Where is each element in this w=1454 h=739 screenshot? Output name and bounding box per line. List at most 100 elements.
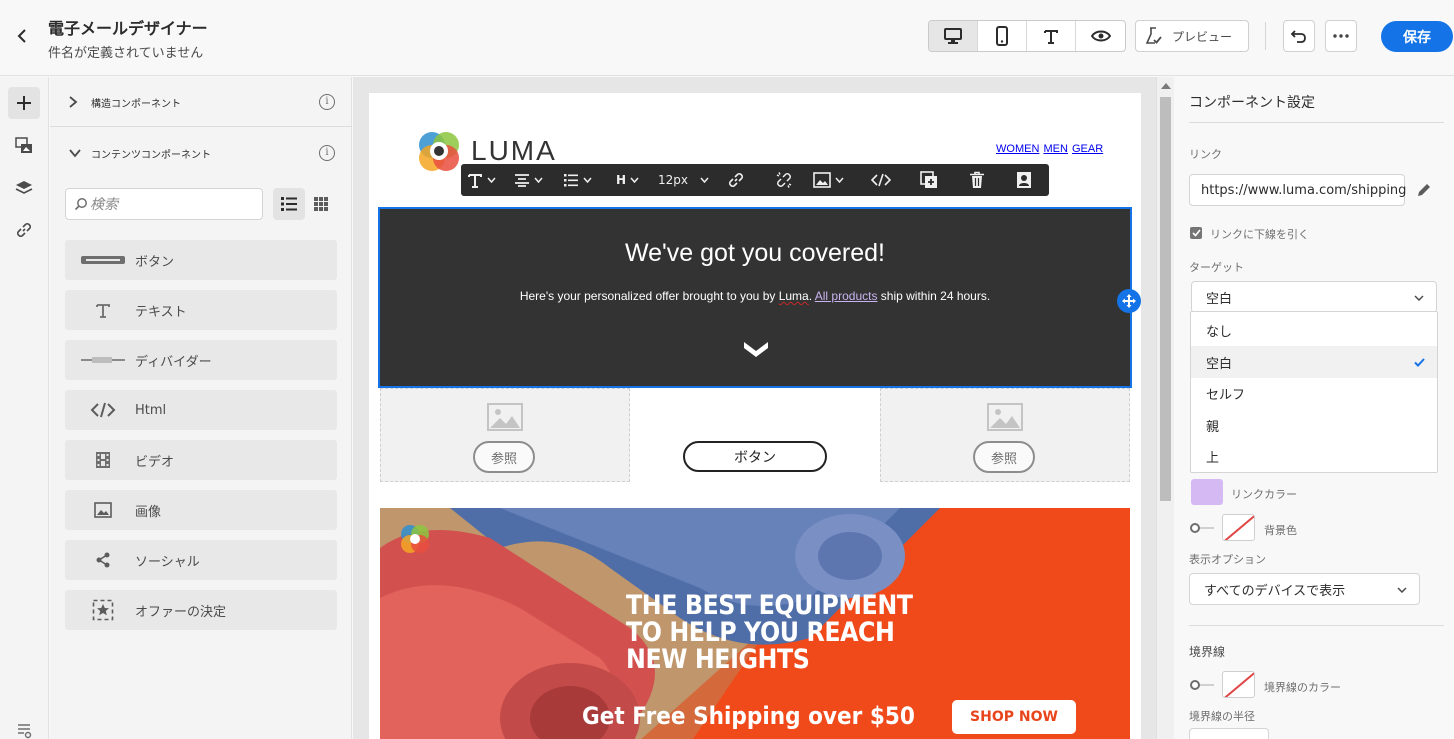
pencil-icon[interactable] xyxy=(1416,182,1432,198)
link-color-swatch[interactable] xyxy=(1191,479,1223,505)
links-button[interactable] xyxy=(8,214,40,246)
image-placeholder-right[interactable]: 参照 xyxy=(880,388,1130,482)
component-label: ソーシャル xyxy=(135,554,200,570)
layers-icon xyxy=(15,181,33,194)
duplicate-button[interactable] xyxy=(920,164,938,196)
background-color-swatch[interactable] xyxy=(1222,514,1255,541)
mobile-view-button[interactable] xyxy=(978,21,1027,51)
underline-label: リンクに下線を引く xyxy=(1210,228,1309,241)
component-button[interactable]: ボタン xyxy=(65,240,337,280)
list-icon xyxy=(281,197,297,211)
component-offer-decision[interactable]: オファーの決定 xyxy=(65,590,337,630)
layout-settings-button[interactable] xyxy=(8,714,40,739)
save-button[interactable]: 保存 xyxy=(1381,21,1453,52)
link-url-input[interactable]: https://www.luma.com/shipping xyxy=(1189,174,1406,206)
component-social[interactable]: ソーシャル xyxy=(65,540,337,580)
promo-banner[interactable]: THE BEST EQUIPMENT TO HELP YOU REACH NEW… xyxy=(380,508,1130,739)
component-image[interactable]: 画像 xyxy=(65,490,337,530)
list-dropdown[interactable] xyxy=(563,164,592,196)
grid-view-button[interactable] xyxy=(305,188,337,220)
add-components-button[interactable] xyxy=(8,87,40,119)
info-icon[interactable]: i xyxy=(319,94,335,110)
search-placeholder: 検索 xyxy=(90,197,118,213)
flask-check-icon xyxy=(1145,27,1162,44)
nav-link-gear[interactable]: GEAR xyxy=(1072,143,1103,155)
nav-link-women[interactable]: WOMEN xyxy=(996,143,1039,155)
content-section-header[interactable]: コンテンツコンポーネント i xyxy=(50,128,352,178)
link-label: リンク xyxy=(1189,148,1222,161)
border-radius-stepper[interactable] xyxy=(1189,728,1269,739)
background-color-toggle[interactable] xyxy=(1190,522,1214,534)
desktop-view-button[interactable] xyxy=(929,21,978,51)
text-style-dropdown[interactable] xyxy=(467,164,496,196)
text-icon xyxy=(77,298,129,322)
delete-button[interactable] xyxy=(969,164,985,196)
move-handle-icon[interactable] xyxy=(1117,289,1141,313)
html-icon xyxy=(77,398,129,422)
settings-divider xyxy=(1189,625,1444,626)
list-view-button[interactable] xyxy=(273,188,305,220)
hero-text-part: Here's your personalized offer brought t… xyxy=(519,289,779,303)
hero-brand-word: Luma xyxy=(778,289,809,303)
info-icon[interactable]: i xyxy=(319,145,335,161)
target-option-parent[interactable]: 親 xyxy=(1191,409,1437,441)
text-view-button[interactable] xyxy=(1027,21,1076,51)
component-html[interactable]: Html xyxy=(65,390,337,430)
hero-body-text[interactable]: Here's your personalized offer brought t… xyxy=(380,289,1130,303)
shop-now-button[interactable]: SHOP NOW xyxy=(952,700,1076,734)
divider-icon xyxy=(77,348,129,372)
preview-button[interactable]: プレビュー xyxy=(1135,20,1249,52)
source-code-button[interactable] xyxy=(871,164,891,196)
section-divider xyxy=(50,126,352,127)
insert-image-dropdown[interactable] xyxy=(813,164,844,196)
undo-button[interactable] xyxy=(1283,20,1315,52)
hero-title[interactable]: We've got you covered! xyxy=(380,239,1130,268)
layers-button[interactable] xyxy=(8,172,40,204)
email-body: LUMA WOMEN MEN GEAR H 12px We've got you… xyxy=(369,93,1141,739)
back-chevron-icon[interactable] xyxy=(12,26,32,46)
email-cta-button[interactable]: ボタン xyxy=(683,441,827,472)
stack-settings-icon xyxy=(18,724,32,739)
remove-link-button[interactable] xyxy=(775,164,793,196)
duplicate-icon xyxy=(920,171,937,188)
chevron-down-icon xyxy=(1397,587,1407,593)
display-options-label: 表示オプション xyxy=(1189,553,1266,566)
target-option-blank[interactable]: 空白 xyxy=(1191,346,1437,378)
font-size-dropdown[interactable]: 12px xyxy=(658,164,709,196)
browse-button[interactable]: 参照 xyxy=(473,441,535,473)
link-icon xyxy=(16,222,32,238)
chevron-right-icon xyxy=(69,96,78,108)
component-video[interactable]: ビデオ xyxy=(65,440,337,480)
component-label: ボタン xyxy=(135,254,175,270)
hero-text-block[interactable]: We've got you covered! Here's your perso… xyxy=(378,207,1132,388)
nav-link-men[interactable]: MEN xyxy=(1043,143,1067,155)
image-placeholder-left[interactable]: 参照 xyxy=(380,388,630,482)
border-color-toggle[interactable] xyxy=(1190,679,1214,691)
scrollbar-thumb[interactable] xyxy=(1160,97,1171,501)
target-option-none[interactable]: なし xyxy=(1191,314,1437,346)
border-color-swatch[interactable] xyxy=(1222,671,1255,698)
component-text[interactable]: テキスト xyxy=(65,290,337,330)
target-select[interactable]: 空白 xyxy=(1191,281,1437,313)
underline-checkbox[interactable] xyxy=(1190,227,1202,239)
browse-button[interactable]: 参照 xyxy=(973,441,1035,473)
image-icon xyxy=(77,498,129,522)
target-option-top[interactable]: 上 xyxy=(1191,440,1437,472)
logo-wordmark: LUMA xyxy=(471,135,557,166)
assets-button[interactable] xyxy=(8,130,40,162)
heading-dropdown[interactable]: H xyxy=(616,164,639,196)
align-dropdown[interactable] xyxy=(514,164,543,196)
canvas-scrollbar[interactable] xyxy=(1156,77,1174,739)
display-selected-value: すべてのデバイスで表示 xyxy=(1204,583,1346,599)
scroll-up-arrow-icon[interactable] xyxy=(1161,83,1171,89)
preview-view-button[interactable] xyxy=(1076,21,1125,51)
all-products-link[interactable]: All products xyxy=(815,289,878,303)
display-options-select[interactable]: すべてのデバイスで表示 xyxy=(1189,573,1420,605)
personalize-button[interactable] xyxy=(1016,164,1032,196)
target-option-self[interactable]: セルフ xyxy=(1191,377,1437,409)
insert-link-button[interactable] xyxy=(727,164,745,196)
more-options-button[interactable] xyxy=(1325,20,1357,52)
structure-section-header[interactable]: 構造コンポーネント i xyxy=(50,77,352,127)
component-search-input[interactable]: 検索 xyxy=(65,188,263,220)
component-divider[interactable]: ディバイダー xyxy=(65,340,337,380)
